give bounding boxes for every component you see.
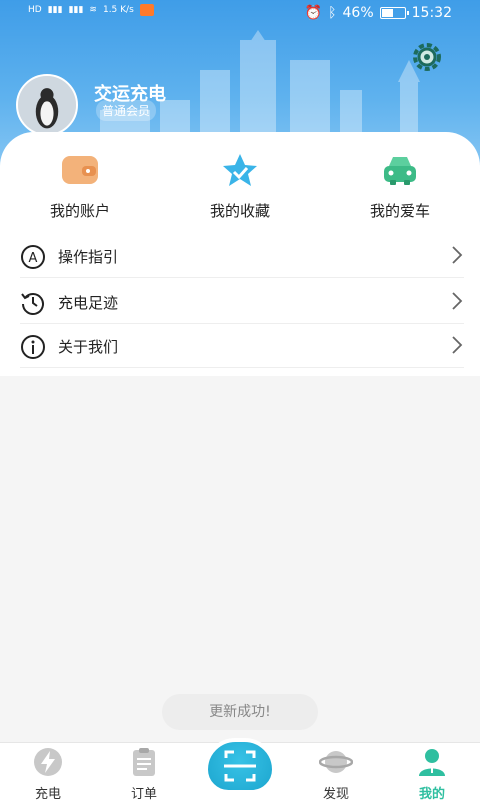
user-icon (419, 749, 445, 776)
bluetooth-icon: ᛒ (328, 5, 337, 21)
menu-label: 操作指引 (58, 248, 119, 266)
tab-orders[interactable]: 订单 (104, 747, 184, 800)
car-icon (384, 157, 416, 185)
tab-charge[interactable]: 充电 (8, 747, 88, 800)
quick-action-favorites[interactable]: 我的收藏 (180, 152, 300, 221)
menu-label: 关于我们 (58, 338, 119, 356)
quick-action-account[interactable]: 我的账户 (20, 152, 140, 221)
clock: 15:32 (411, 5, 452, 21)
info-icon (21, 335, 45, 359)
tab-discover[interactable]: 发现 (296, 747, 376, 800)
tab-mine[interactable]: 我的 (392, 747, 472, 800)
tab-label: 充电 (34, 787, 61, 800)
wallet-icon (62, 156, 98, 184)
status-bar: HD ▮▮▮ ▮▮▮ ≋ 1.5 K/s ⏰ ᛒ 46% 15:32 (0, 0, 480, 28)
member-level-badge: 普通会员 (96, 100, 157, 121)
star-icon (223, 154, 257, 186)
menu-item-guide[interactable]: A 操作指引 (20, 234, 464, 278)
planet-icon (318, 751, 354, 773)
signal-icon-2: ▮▮▮ (68, 5, 84, 15)
scan-button[interactable] (204, 738, 276, 794)
signal-icon: ▮▮▮ (47, 5, 63, 15)
scan-icon (224, 750, 256, 782)
hd-badge-1: HD (28, 5, 42, 15)
chevron-right-icon (452, 246, 463, 264)
chevron-right-icon (452, 292, 463, 310)
clipboard-icon (133, 748, 155, 776)
quick-action-label: 我的爱车 (369, 202, 430, 220)
tab-label: 发现 (322, 787, 349, 800)
avatar[interactable] (16, 74, 78, 136)
menu-label: 充电足迹 (58, 294, 119, 312)
quick-action-label: 我的账户 (49, 202, 110, 220)
app-notification-icon (139, 4, 154, 16)
menu-item-about[interactable]: 关于我们 (20, 324, 464, 368)
quick-action-label: 我的收藏 (209, 202, 270, 220)
chevron-right-icon (452, 336, 463, 354)
menu-item-history[interactable]: 充电足迹 (20, 280, 464, 324)
battery-icon (379, 7, 409, 19)
account-card: 我的账户 我的收藏 我的爱车 A 操作指引 充电足迹 关于我们 (0, 132, 480, 376)
wifi-icon: ≋ (89, 5, 97, 15)
alarm-icon: ⏰ (304, 5, 323, 21)
lightning-icon (34, 748, 62, 776)
gear-icon[interactable] (410, 40, 444, 74)
history-icon (21, 293, 44, 315)
battery-percent: 46% (342, 5, 374, 21)
quick-action-car[interactable]: 我的爱车 (340, 152, 460, 221)
network-speed: 1.5 K/s (102, 5, 134, 15)
tab-label: 我的 (418, 787, 445, 800)
guide-icon: A (21, 245, 45, 269)
svg-text:A: A (29, 251, 38, 266)
tab-label: 订单 (130, 787, 157, 800)
toast-message: 更新成功! (162, 694, 318, 730)
